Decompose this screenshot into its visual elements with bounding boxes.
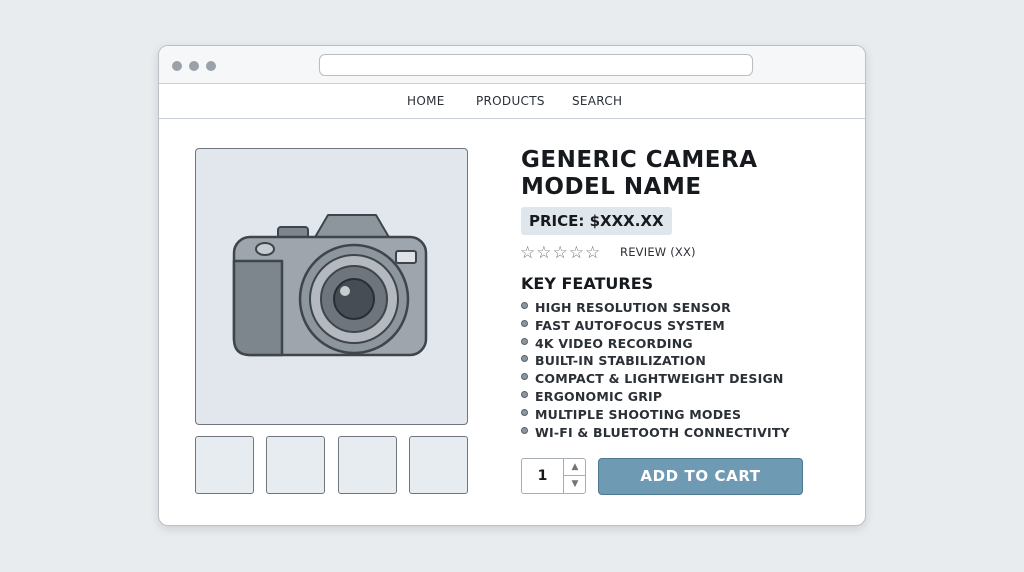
product-title-line: GENERIC CAMERA	[521, 147, 758, 173]
window-control-dot[interactable]	[206, 61, 216, 71]
bullet-icon	[521, 319, 528, 327]
camera-icon	[232, 214, 428, 357]
browser-titlebar	[159, 46, 865, 84]
product-thumbnail[interactable]	[266, 436, 325, 494]
window-control-dot[interactable]	[172, 61, 182, 71]
product-title-line: MODEL NAME	[521, 174, 702, 200]
feature-item: ERGONOMIC GRIP	[521, 386, 790, 404]
feature-text: COMPACT & LIGHTWEIGHT DESIGN	[535, 371, 784, 387]
quantity-input[interactable]: 1	[522, 459, 563, 493]
bullet-icon	[521, 337, 528, 345]
nav-search-link[interactable]: SEARCH	[572, 94, 622, 108]
window-control-dot[interactable]	[189, 61, 199, 71]
star-outline-icon[interactable]: ☆	[585, 244, 600, 262]
product-thumbnail[interactable]	[409, 436, 468, 494]
feature-text: FAST AUTOFOCUS SYSTEM	[535, 317, 725, 333]
features-list: HIGH RESOLUTION SENSOR FAST AUTOFOCUS SY…	[521, 297, 790, 440]
site-navigation: HOME PRODUCTS SEARCH	[159, 84, 865, 119]
bullet-icon	[521, 426, 528, 434]
browser-window: HOME PRODUCTS SEARCH GENERIC CAMERA MODE…	[158, 45, 866, 526]
nav-products-link[interactable]: PRODUCTS	[476, 94, 545, 108]
chevron-down-icon[interactable]: ▼	[564, 476, 586, 493]
feature-text: MULTIPLE SHOOTING MODES	[535, 406, 742, 422]
quantity-stepper[interactable]: 1 ▲ ▼	[521, 458, 586, 494]
add-to-cart-button[interactable]: ADD TO CART	[598, 458, 803, 495]
product-main-image[interactable]	[195, 148, 468, 425]
feature-item: 4K VIDEO RECORDING	[521, 333, 790, 351]
feature-item: MULTIPLE SHOOTING MODES	[521, 404, 790, 422]
bullet-icon	[521, 390, 528, 398]
nav-home-link[interactable]: HOME	[407, 94, 445, 108]
feature-item: WI-FI & BLUETOOTH CONNECTIVITY	[521, 422, 790, 440]
product-thumbnail[interactable]	[195, 436, 254, 494]
chevron-up-icon[interactable]: ▲	[564, 459, 586, 476]
product-thumbnail[interactable]	[338, 436, 397, 494]
feature-item: HIGH RESOLUTION SENSOR	[521, 297, 790, 315]
feature-text: ERGONOMIC GRIP	[535, 388, 663, 404]
feature-text: HIGH RESOLUTION SENSOR	[535, 300, 731, 315]
feature-text: 4K VIDEO RECORDING	[535, 335, 693, 351]
star-rating[interactable]: ☆☆☆☆☆	[520, 243, 601, 262]
bullet-icon	[521, 355, 528, 363]
star-outline-icon[interactable]: ☆	[553, 244, 568, 262]
feature-item: FAST AUTOFOCUS SYSTEM	[521, 315, 790, 333]
price-badge: PRICE: $XXX.XX	[521, 207, 672, 235]
star-outline-icon[interactable]: ☆	[569, 244, 584, 262]
quantity-controls: ▲ ▼	[563, 459, 586, 493]
feature-text: BUILT-IN STABILIZATION	[535, 353, 707, 369]
bullet-icon	[521, 302, 528, 309]
product-title: GENERIC CAMERA MODEL NAME	[521, 147, 841, 201]
key-features-heading: KEY FEATURES	[521, 274, 654, 293]
star-outline-icon[interactable]: ☆	[536, 244, 551, 262]
review-count-link[interactable]: REVIEW (XX)	[620, 245, 696, 259]
feature-item: COMPACT & LIGHTWEIGHT DESIGN	[521, 368, 790, 386]
bullet-icon	[521, 373, 528, 381]
star-outline-icon[interactable]: ☆	[520, 244, 535, 262]
address-bar[interactable]	[319, 54, 753, 76]
feature-text: WI-FI & BLUETOOTH CONNECTIVITY	[535, 424, 790, 440]
feature-item: BUILT-IN STABILIZATION	[521, 350, 790, 368]
bullet-icon	[521, 408, 528, 416]
